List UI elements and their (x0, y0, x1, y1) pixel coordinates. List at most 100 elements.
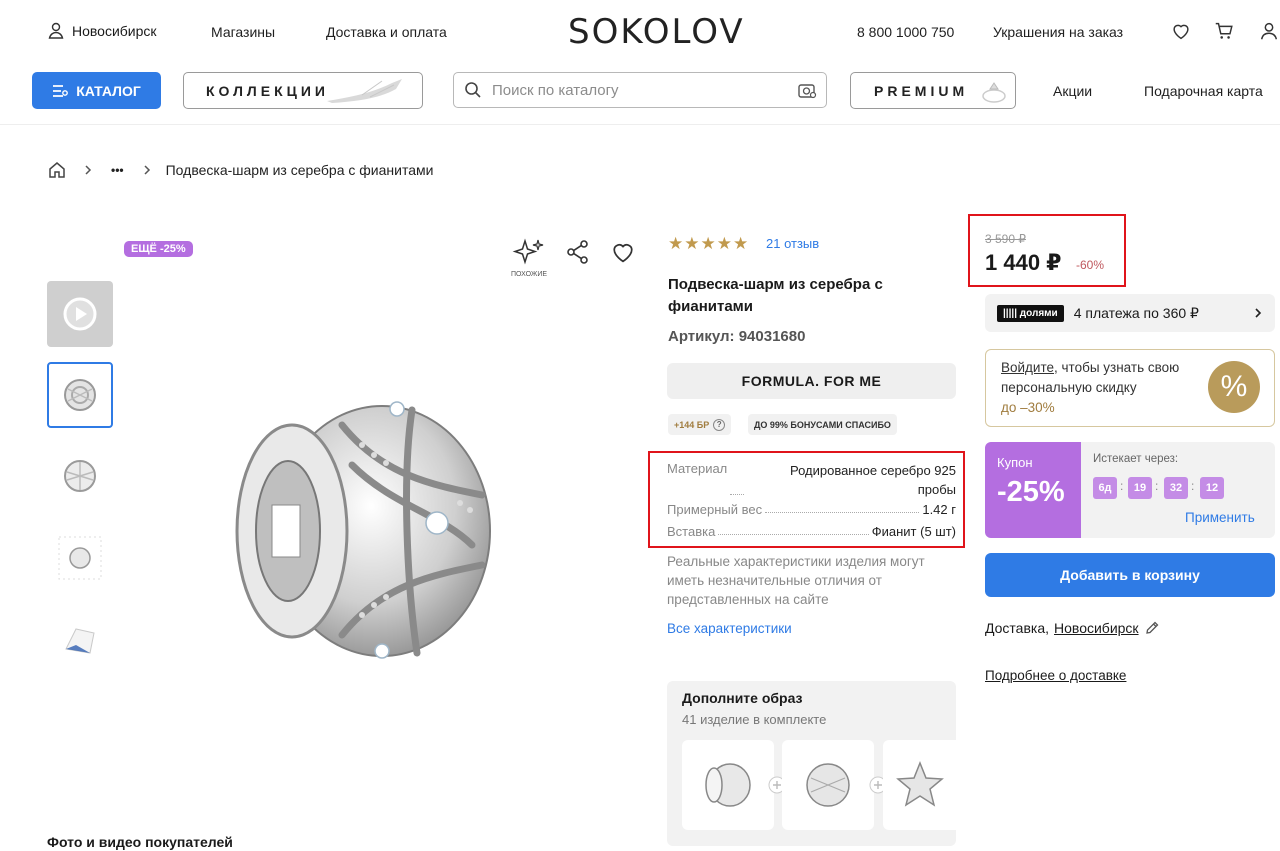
product-title: Подвеска-шарм из серебра с фианитами (668, 276, 883, 315)
old-price: 3 590 ₽ (985, 232, 1026, 246)
thumb-2[interactable] (47, 443, 113, 509)
current-price: 1 440 ₽ (985, 250, 1062, 275)
delivery-label: Доставка, (985, 620, 1050, 636)
profile-icon[interactable] (1258, 20, 1280, 42)
thumb-video[interactable] (47, 281, 113, 347)
product-sku: Артикул: 94031680 (668, 328, 806, 345)
complete-look-subtitle: 41 изделие в комплекте (682, 712, 827, 727)
spasibo-pill: ДО 99% БОНУСАМИ СПАСИБО (748, 414, 897, 435)
delivery-payment-link[interactable]: Доставка и оплата (326, 24, 447, 40)
delivery-city-link[interactable]: Новосибирск (1054, 620, 1139, 636)
chevron-right-icon (85, 165, 92, 175)
help-icon[interactable]: ? (713, 418, 726, 431)
favorite-heart-icon[interactable] (609, 238, 637, 266)
breadcrumb: ••• Подвеска-шарм из серебра с фианитами (47, 160, 433, 180)
timer-seconds: 12 (1200, 477, 1224, 499)
share-icon[interactable] (565, 239, 591, 265)
spec-insert: Вставка Фианит (5 шт) (667, 524, 956, 539)
chevron-right-icon (144, 165, 150, 175)
thumb-3[interactable] (47, 525, 113, 591)
similar-button[interactable]: ПОХОЖИЕ (507, 238, 551, 278)
spec-weight: Примерный вес 1.42 г (667, 502, 956, 517)
reviews-link[interactable]: 21 отзыв (766, 236, 819, 251)
similar-label: ПОХОЖИЕ (510, 271, 548, 278)
timer-days: 6д (1093, 477, 1117, 499)
dolyami-installments[interactable]: ||||| долями 4 платежа по 360 ₽ (985, 294, 1275, 332)
timer-minutes: 32 (1164, 477, 1188, 499)
percent-icon: % (1208, 361, 1260, 413)
catalog-label: КАТАЛОГ (76, 82, 141, 99)
discount-percent: -60% (1076, 258, 1105, 272)
custom-jewelry-link[interactable]: Украшения на заказ (993, 24, 1123, 40)
set-item-card[interactable] (682, 740, 774, 830)
spec-value: Родированное серебро 925 пробы (747, 461, 956, 499)
personal-discount-text: Войдите, чтобы узнать свою персональную … (1001, 358, 1211, 418)
camera-search-icon[interactable] (798, 82, 818, 100)
user-location-icon (48, 22, 64, 39)
packaging-thumb-image (65, 628, 95, 654)
coupon-card: Купон -25% (985, 442, 1081, 538)
header-divider (0, 124, 1280, 125)
timer-hours: 19 (1128, 477, 1152, 499)
heart-icon[interactable] (1170, 20, 1192, 42)
spec-label: Материал (667, 461, 728, 476)
collections-label: КОЛЛЕКЦИИ (206, 82, 329, 99)
add-to-cart-button[interactable]: Добавить в корзину (985, 553, 1275, 597)
spec-material: Материал Родированное серебро 925 пробы (667, 461, 956, 499)
expires-label: Истекает через: (1093, 453, 1179, 465)
charm-thumb-image (64, 460, 96, 492)
apply-coupon-link[interactable]: Применить (1185, 510, 1255, 525)
collection-button[interactable]: FORMULA. FOR ME (667, 363, 956, 399)
installments-text: 4 платежа по 360 ₽ (1073, 304, 1199, 321)
home-icon[interactable] (47, 160, 67, 180)
edit-pencil-icon[interactable] (1144, 620, 1160, 636)
premium-button[interactable]: PREMIUM (850, 72, 1016, 109)
bonus-pill: +144 БР ? (668, 414, 732, 435)
promos-link[interactable]: Акции (1053, 83, 1092, 99)
play-icon (63, 297, 97, 331)
coupon-label: Купон (997, 455, 1033, 470)
catalog-button[interactable]: КАТАЛОГ (32, 72, 161, 109)
delivery-details-link[interactable]: Подробнее о доставке (985, 668, 1126, 683)
dolyami-logo: ||||| долями (997, 304, 1064, 322)
shops-link[interactable]: Магазины (211, 24, 275, 40)
chevron-right-icon (1255, 308, 1262, 318)
set-item-card[interactable] (883, 740, 956, 830)
premium-label: PREMIUM (874, 82, 969, 99)
charm-thumb-image (64, 379, 96, 411)
spec-label: Примерный вес (667, 502, 763, 517)
complete-look-title: Дополните образ (682, 690, 803, 706)
collections-button[interactable]: КОЛЛЕКЦИИ (183, 72, 423, 109)
thumb-1[interactable] (47, 362, 113, 428)
charm-set-image (705, 763, 751, 807)
gift-card-link[interactable]: Подарочная карта (1144, 83, 1263, 99)
breadcrumb-ellipsis[interactable]: ••• (111, 163, 124, 177)
search-icon (465, 82, 481, 98)
specs-disclaimer: Реальные характеристики изделия могут им… (667, 554, 925, 607)
login-link[interactable]: Войдите (1001, 360, 1054, 375)
city-selector[interactable]: Новосибирск (48, 22, 157, 40)
spec-label: Вставка (667, 524, 716, 539)
spec-value: Фианит (5 шт) (871, 524, 956, 539)
spec-value-line1: Родированное серебро 925 (789, 463, 956, 478)
coupon-value: -25% (997, 476, 1065, 508)
charm-set-image (806, 763, 850, 807)
city-label: Новосибирск (72, 23, 157, 39)
menu-icon (53, 84, 69, 97)
sparkle-icon (512, 238, 544, 265)
search-placeholder: Поиск по каталогу (492, 81, 619, 99)
customer-photos-title: Фото и видео покупателей (47, 834, 233, 850)
cart-icon[interactable] (1213, 20, 1235, 42)
spec-value-line2: пробы (917, 482, 956, 497)
rating-stars: ★★★★★ (668, 234, 750, 253)
star-charm-image (895, 760, 944, 807)
logo[interactable]: SOKOLOV (568, 12, 745, 52)
search-input[interactable]: Поиск по каталогу (453, 72, 827, 108)
phone-link[interactable]: 8 800 1000 750 (857, 24, 954, 40)
delivery-city: Доставка, Новосибирск (985, 620, 1160, 636)
thumb-4[interactable] (47, 606, 113, 672)
product-main-image[interactable] (232, 395, 494, 667)
personal-discount-upto: до –30% (1001, 400, 1055, 415)
set-item-card[interactable] (782, 740, 874, 830)
all-specs-link[interactable]: Все характеристики (667, 621, 792, 636)
